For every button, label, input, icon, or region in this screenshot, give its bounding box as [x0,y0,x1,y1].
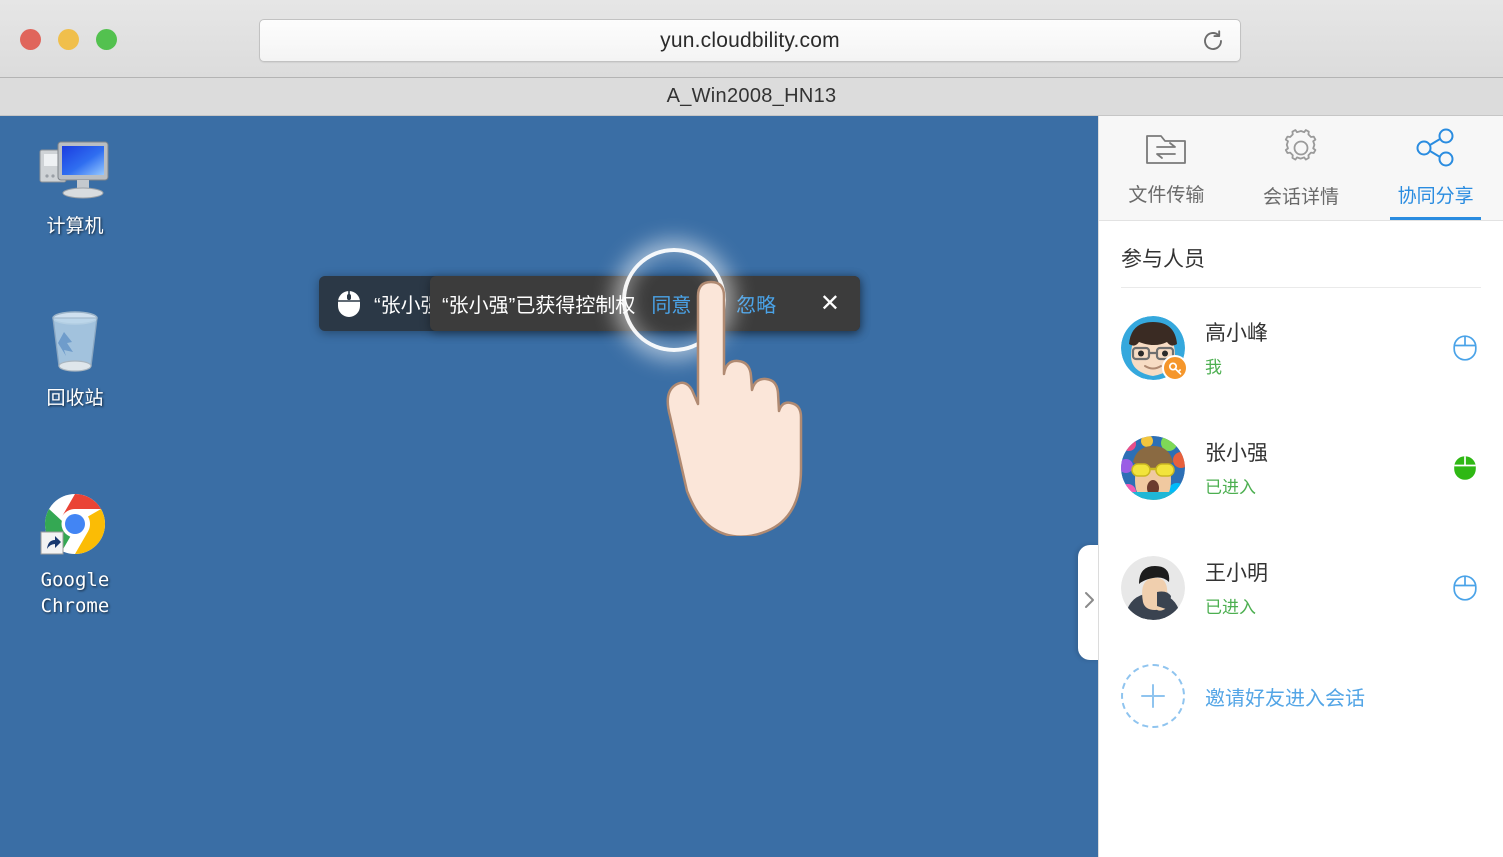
toast-agree-button[interactable]: 同意 [651,289,691,318]
participant-info: 高小峰 我 [1205,318,1453,379]
recycle-bin-icon [5,306,145,378]
desktop-icon-label: 回收站 [46,387,104,409]
tab-session-details[interactable]: 会话详情 [1234,116,1369,220]
computer-icon [5,134,145,206]
tab-label: 会话详情 [1263,187,1340,208]
toast-actions: 同意 ✕ 忽略 [651,289,776,318]
sidebar-collapse-handle[interactable] [1078,545,1100,660]
list-item[interactable]: 王小明 已进入 [1121,528,1481,648]
desktop-icon-recycle-bin[interactable]: 回收站 [5,306,145,412]
avatar [1121,436,1185,500]
mouse-icon [336,290,362,318]
gear-icon [1280,127,1322,174]
participant-name: 张小强 [1205,441,1268,465]
minimize-window-button[interactable] [58,29,79,50]
participant-status: 已进入 [1205,598,1256,618]
tab-label: 协同分享 [1397,186,1474,207]
address-bar[interactable]: yun.cloudbility.com [259,19,1241,62]
maximize-window-button[interactable] [96,29,117,50]
participant-info: 王小明 已进入 [1205,558,1453,619]
tab-collaborative-sharing[interactable]: 协同分享 [1368,116,1503,220]
plus-icon [1121,664,1185,728]
url-text: yun.cloudbility.com [660,28,840,52]
avatar [1121,316,1188,381]
chrome-icon [5,488,145,560]
desktop-icon-label: 计算机 [46,215,104,237]
toast-ignore-button[interactable]: 忽略 [736,289,776,318]
participants-list: 高小峰 我 张小强 已进入 王小明 已进入 [1099,288,1503,648]
session-title: A_Win2008_HN13 [666,85,837,107]
chevron-right-icon [1084,591,1095,614]
browser-chrome: yun.cloudbility.com [0,0,1503,78]
participant-status: 我 [1205,358,1222,378]
participant-status: 已进入 [1205,478,1256,498]
invite-friends-label: 邀请好友进入会话 [1205,687,1365,710]
list-item[interactable]: 高小峰 我 [1121,288,1481,408]
toast-action-separator: ✕ [705,293,723,315]
desktop-icon-label: Google Chrome [40,569,110,617]
remote-desktop[interactable]: 计算机 回收站 Google Chrome “张小强”已获得控制权 同意 ✕ 忽… [0,116,1098,857]
mouse-filled-icon[interactable] [1453,455,1477,481]
key-badge [1162,355,1188,381]
mouse-outline-icon[interactable] [1453,335,1477,361]
tab-file-transfer[interactable]: 文件传输 [1099,116,1234,220]
desktop-icon-google-chrome[interactable]: Google Chrome [5,488,145,619]
share-icon [1415,128,1457,173]
file-transfer-icon [1144,129,1188,172]
close-window-button[interactable] [20,29,41,50]
reload-icon[interactable] [1200,28,1226,54]
desktop-icon-computer[interactable]: 计算机 [5,134,145,240]
mouse-outline-icon[interactable] [1453,575,1477,601]
panel-heading: 参与人员 [1121,221,1481,288]
avatar [1121,556,1185,620]
shortcut-arrow-overlay [40,531,64,555]
participant-info: 张小强 已进入 [1205,438,1453,499]
side-panel: 文件传输 会话详情 协同分享 参与人员 高小峰 我 张小强 已进入 王小明 已进… [1098,116,1503,857]
toast-notification-gained-control[interactable]: “张小强”已获得控制权 同意 ✕ 忽略 ✕ [430,276,860,331]
participant-name: 高小峰 [1205,321,1268,345]
list-item[interactable]: 张小强 已进入 [1121,408,1481,528]
invite-friends-button[interactable]: 邀请好友进入会话 [1099,648,1503,744]
tab-label: 文件传输 [1128,185,1205,206]
session-title-bar: A_Win2008_HN13 [0,78,1503,116]
participant-name: 王小明 [1205,561,1268,585]
traffic-lights [20,29,117,50]
toast-close-button[interactable]: ✕ [820,291,840,316]
toast-message: “张小强”已获得控制权 [442,295,636,317]
panel-tabs: 文件传输 会话详情 协同分享 [1099,116,1503,221]
